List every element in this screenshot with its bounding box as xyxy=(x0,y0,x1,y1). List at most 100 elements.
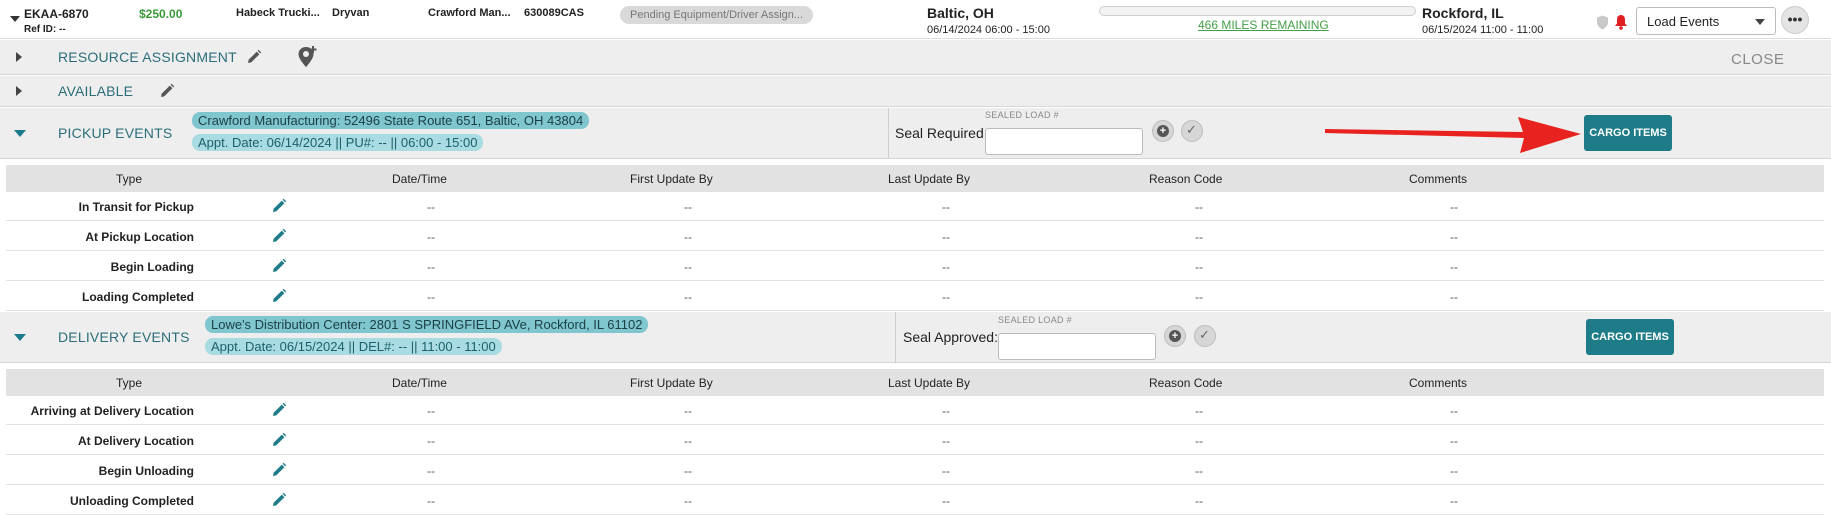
cell-datetime: -- xyxy=(427,230,435,244)
pencil-icon[interactable] xyxy=(271,258,287,274)
cell-datetime: -- xyxy=(427,464,435,478)
table-row: Begin Loading -- -- -- -- -- xyxy=(6,252,1824,281)
collapse-load-icon[interactable] xyxy=(10,16,20,22)
check-icon: ✓ xyxy=(1199,327,1210,342)
cell-datetime: -- xyxy=(427,290,435,304)
cell-comments: -- xyxy=(1450,260,1458,274)
cell-datetime: -- xyxy=(427,404,435,418)
cell-reason-code: -- xyxy=(1195,404,1203,418)
delivery-events-row: DELIVERY EVENTS Lowe's Distribution Cent… xyxy=(0,312,1831,363)
resource-assignment-row: RESOURCE ASSIGNMENT CLOSE xyxy=(0,40,1831,75)
event-type: At Pickup Location xyxy=(85,230,194,244)
cell-last-update: -- xyxy=(942,434,950,448)
divider xyxy=(888,108,889,159)
cell-datetime: -- xyxy=(427,494,435,508)
add-seal-button[interactable]: + xyxy=(1164,325,1186,347)
cell-reason-code: -- xyxy=(1195,464,1203,478)
collapse-pickup-icon[interactable] xyxy=(14,130,26,137)
table-row: At Pickup Location -- -- -- -- -- xyxy=(6,222,1824,251)
cell-last-update: -- xyxy=(942,260,950,274)
delivery-appointment: Appt. Date: 06/15/2024 || DEL#: -- || 11… xyxy=(205,338,502,355)
event-type: Loading Completed xyxy=(82,290,194,304)
trip-progress-bar xyxy=(1099,6,1416,16)
pencil-icon[interactable] xyxy=(246,49,262,70)
pencil-icon[interactable] xyxy=(271,198,287,214)
table-row: Loading Completed -- -- -- -- -- xyxy=(6,282,1824,311)
close-link[interactable]: CLOSE xyxy=(1731,51,1784,68)
cell-datetime: -- xyxy=(427,200,435,214)
event-type: Arriving at Delivery Location xyxy=(30,404,194,418)
col-first-update: First Update By xyxy=(630,376,713,390)
add-seal-button[interactable]: + xyxy=(1152,120,1174,142)
event-type: Begin Loading xyxy=(110,260,194,274)
load-number: 630089CAS xyxy=(524,7,584,19)
shield-icon xyxy=(1596,15,1609,35)
ref-id: Ref ID: -- xyxy=(24,24,66,35)
equipment-type: Dryvan xyxy=(332,7,370,19)
col-reason-code: Reason Code xyxy=(1149,376,1223,390)
col-comments: Comments xyxy=(1409,376,1468,390)
cell-reason-code: -- xyxy=(1195,434,1203,448)
cell-first-update: -- xyxy=(684,260,692,274)
table-row: In Transit for Pickup -- -- -- -- -- xyxy=(6,192,1824,221)
pencil-icon[interactable] xyxy=(159,83,175,104)
table-row: Arriving at Delivery Location -- -- -- -- -- xyxy=(6,396,1824,425)
confirm-seal-button[interactable]: ✓ xyxy=(1194,325,1216,347)
load-id[interactable]: EKAA-6870 xyxy=(24,7,89,21)
more-options-button[interactable]: ••• xyxy=(1781,6,1809,34)
destination-window: 06/15/2024 11:00 - 11:00 xyxy=(1422,24,1544,36)
pencil-icon[interactable] xyxy=(271,228,287,244)
plus-icon: + xyxy=(1157,125,1169,137)
cell-reason-code: -- xyxy=(1195,260,1203,274)
cell-last-update: -- xyxy=(942,290,950,304)
destination-city: Rockford, IL xyxy=(1422,5,1504,21)
event-type: In Transit for Pickup xyxy=(78,200,194,214)
event-type: At Delivery Location xyxy=(77,434,194,448)
sealed-load-input[interactable] xyxy=(985,128,1143,155)
annotation-arrow xyxy=(1325,117,1581,153)
sealed-load-input[interactable] xyxy=(998,333,1156,360)
delivery-cargo-items-button[interactable]: CARGO ITEMS xyxy=(1586,319,1674,355)
expand-available-icon[interactable] xyxy=(16,86,22,96)
seal-approved-label: Seal Approved: xyxy=(903,329,998,345)
cell-reason-code: -- xyxy=(1195,230,1203,244)
bell-icon[interactable] xyxy=(1614,14,1628,35)
divider xyxy=(895,312,896,363)
collapse-delivery-icon[interactable] xyxy=(14,334,26,341)
cell-first-update: -- xyxy=(684,494,692,508)
pencil-icon[interactable] xyxy=(271,462,287,478)
events-select[interactable]: Load Events xyxy=(1636,7,1776,35)
pickup-cargo-items-button[interactable]: CARGO ITEMS xyxy=(1584,115,1672,151)
col-type: Type xyxy=(116,172,143,186)
pencil-icon[interactable] xyxy=(271,288,287,304)
cell-reason-code: -- xyxy=(1195,290,1203,304)
pencil-icon[interactable] xyxy=(271,492,287,508)
cell-last-update: -- xyxy=(942,404,950,418)
shipper-name: Crawford Man... xyxy=(428,7,511,19)
resource-assignment-title[interactable]: RESOURCE ASSIGNMENT xyxy=(58,49,237,65)
cell-first-update: -- xyxy=(684,404,692,418)
confirm-seal-button[interactable]: ✓ xyxy=(1181,120,1203,142)
location-plus-icon[interactable] xyxy=(297,45,319,74)
pencil-icon[interactable] xyxy=(271,432,287,448)
check-icon: ✓ xyxy=(1186,122,1197,137)
cell-last-update: -- xyxy=(942,230,950,244)
miles-remaining-link[interactable]: 466 MILES REMAINING xyxy=(1198,18,1329,32)
pickup-events-title[interactable]: PICKUP EVENTS xyxy=(58,125,172,141)
origin-city: Baltic, OH xyxy=(927,5,994,21)
pencil-icon[interactable] xyxy=(271,402,287,418)
cell-first-update: -- xyxy=(684,434,692,448)
sealed-load-caption: SEALED LOAD # xyxy=(985,110,1059,120)
plus-icon: + xyxy=(1169,330,1181,342)
available-row: AVAILABLE xyxy=(0,76,1831,107)
cell-last-update: -- xyxy=(942,464,950,478)
delivery-events-title[interactable]: DELIVERY EVENTS xyxy=(58,329,190,345)
cell-comments: -- xyxy=(1450,464,1458,478)
origin-window: 06/14/2024 06:00 - 15:00 xyxy=(927,24,1050,36)
chevron-down-icon xyxy=(1755,19,1765,25)
expand-resource-icon[interactable] xyxy=(16,52,22,62)
seal-required-label: Seal Required: xyxy=(895,125,988,141)
carrier-name: Habeck Trucki... xyxy=(236,7,320,19)
cell-comments: -- xyxy=(1450,290,1458,304)
available-title[interactable]: AVAILABLE xyxy=(58,83,133,99)
